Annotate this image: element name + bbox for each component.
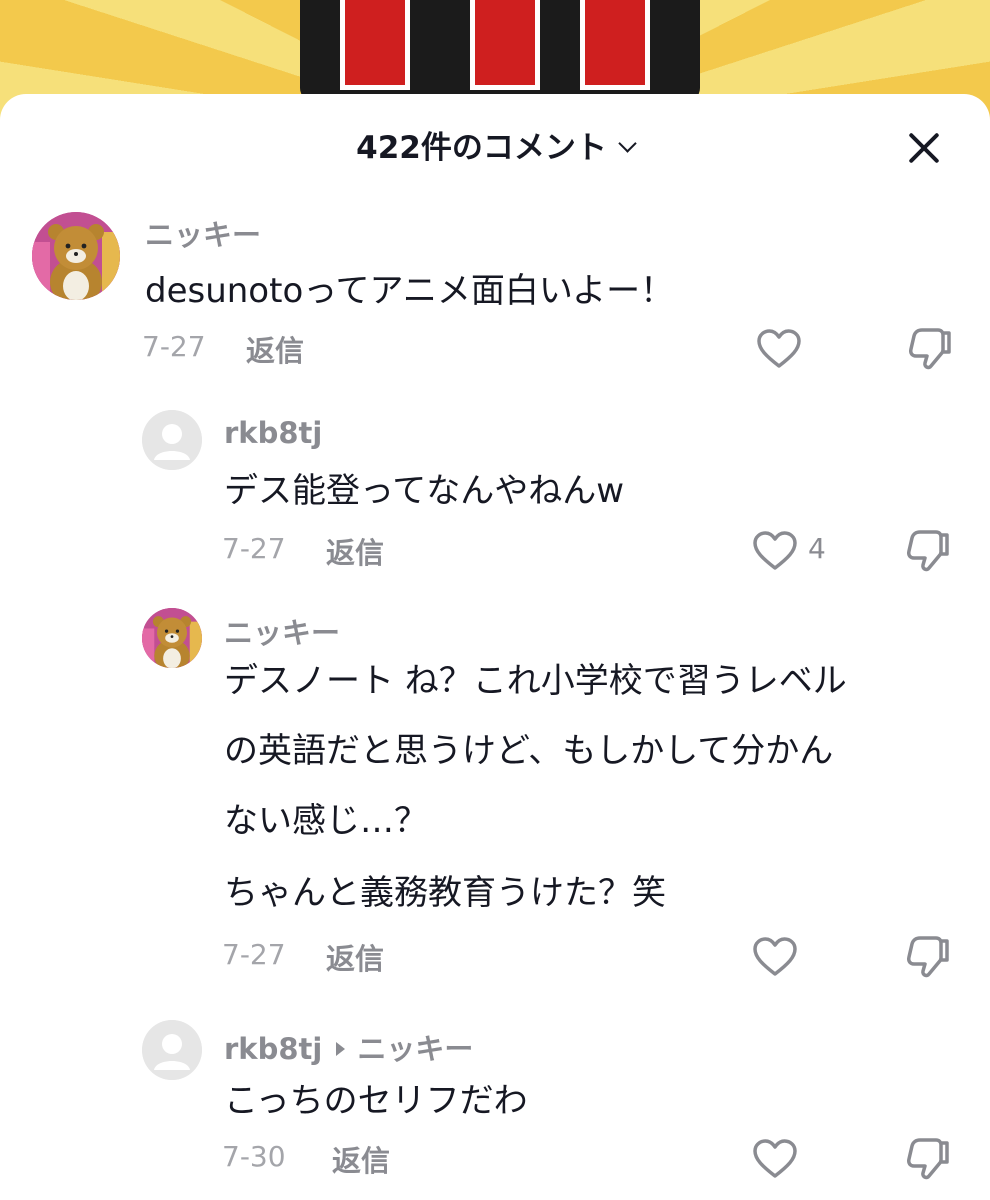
comment-date: 7-27 (222, 938, 286, 971)
comment-text: desunotoってアニメ面白いよー！ (145, 271, 675, 311)
thumbs-down-icon[interactable] (902, 1136, 950, 1186)
thumbs-down-icon[interactable] (902, 934, 950, 984)
comments-sheet: 422件のコメント ニッキー desunotoってアニメ面白いよー！ 7-27 … (0, 94, 990, 1200)
reply-button[interactable]: 返信 (246, 328, 304, 370)
default-avatar[interactable] (142, 410, 202, 470)
thumbs-down-icon[interactable] (904, 326, 952, 376)
heart-outline-icon[interactable] (752, 936, 798, 982)
comment-date: 7-30 (222, 1140, 286, 1173)
comments-header: 422件のコメント (0, 94, 990, 194)
chevron-down-icon (618, 134, 637, 153)
reply-item: rkb8tj デス能登ってなんやねんw 7-27 返信 4 (0, 404, 990, 584)
reply-button[interactable]: 返信 (326, 530, 384, 572)
comment-count-title[interactable]: 422件のコメント (0, 122, 990, 167)
like-count: 4 (808, 532, 826, 565)
comment-date: 7-27 (142, 330, 206, 363)
close-icon[interactable] (900, 124, 948, 172)
comment-text-line: ちゃんと義務教育うけた？笑 (224, 873, 666, 913)
comment-date: 7-27 (222, 532, 286, 565)
comment-count-label: 422件のコメント (356, 130, 607, 166)
video-thumbnail-graphic (300, 0, 700, 102)
reply-target[interactable]: ニッキー (357, 1032, 473, 1066)
comment-item: ニッキー desunotoってアニメ面白いよー！ 7-27 返信 (0, 204, 990, 384)
reply-button[interactable]: 返信 (332, 1138, 390, 1180)
reply-button[interactable]: 返信 (326, 936, 384, 978)
comment-username[interactable]: rkb8tj (224, 416, 322, 450)
reply-item: ニッキー デスノート ね？これ小学校で習うレベル の英語だと思うけど、もしかして… (0, 604, 990, 1004)
comment-text-line: ない感じ…？ (224, 801, 428, 841)
comment-text: デス能登ってなんやねんw (224, 471, 625, 511)
comment-username[interactable]: ニッキー (145, 212, 261, 254)
heart-outline-icon[interactable] (752, 1138, 798, 1184)
reply-item: rkb8tj ニッキー こっちのセリフだわ 7-30 返信 (0, 1014, 990, 1200)
comment-text-line: デスノート ね？これ小学校で習うレベル (224, 661, 847, 701)
bear-avatar[interactable] (142, 608, 202, 668)
comment-username[interactable]: rkb8tj ニッキー (224, 1026, 473, 1068)
comment-text: こっちのセリフだわ (224, 1081, 528, 1121)
default-avatar[interactable] (142, 1020, 202, 1080)
thumbs-down-icon[interactable] (902, 528, 950, 578)
heart-outline-icon[interactable] (756, 328, 802, 374)
comment-text-line: の英語だと思うけど、もしかして分かん (224, 731, 834, 771)
bear-avatar[interactable] (32, 212, 120, 300)
reply-author[interactable]: rkb8tj (224, 1032, 322, 1066)
heart-outline-icon[interactable] (752, 530, 798, 576)
reply-to-arrow-icon (336, 1042, 346, 1056)
